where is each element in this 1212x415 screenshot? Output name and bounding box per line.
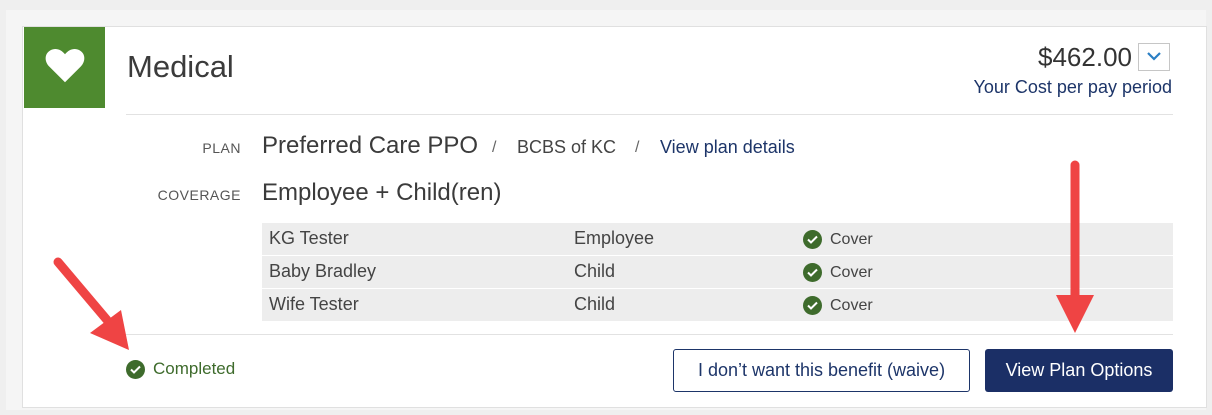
annotation-arrows	[53, 160, 1094, 350]
arrow-to-completed	[53, 257, 129, 350]
arrow-to-view-plan-options	[1056, 160, 1094, 333]
